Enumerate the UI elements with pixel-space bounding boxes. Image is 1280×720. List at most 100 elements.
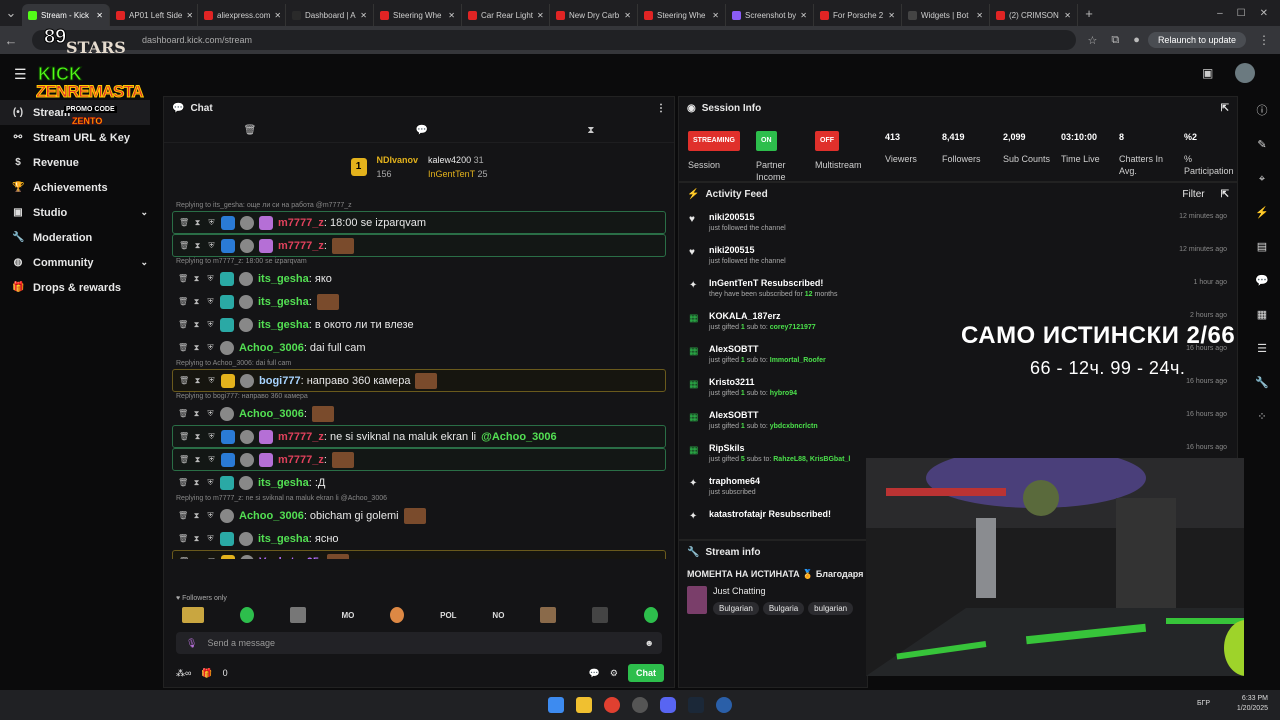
activity-item[interactable]: ♥ niki200515 just followed the channel 12 m… bbox=[679, 242, 1237, 275]
category-name[interactable]: Just Chatting bbox=[713, 586, 857, 596]
sidebar-item-moderation[interactable]: 🔧 Moderation bbox=[0, 225, 160, 250]
profile-icon[interactable]: ● bbox=[1133, 34, 1140, 46]
apps-icon[interactable]: ⁘ bbox=[1244, 400, 1280, 434]
chat-message[interactable]: 🗑 ⧗ ⛨ Achoo_3006: bbox=[164, 402, 674, 425]
bookmark-star-icon[interactable]: ☆ bbox=[1088, 34, 1098, 47]
clipboard-icon[interactable]: ▤ bbox=[1244, 230, 1280, 264]
timeout-icon[interactable]: ⧗ bbox=[192, 409, 201, 419]
browser-tab[interactable]: New Dry Carb ✕ bbox=[550, 4, 638, 26]
list-icon[interactable]: ☰ bbox=[1244, 332, 1280, 366]
browser-tab[interactable]: Car Rear Light ✕ bbox=[462, 4, 550, 26]
close-tab-icon[interactable]: ✕ bbox=[1064, 11, 1071, 20]
chat-message[interactable]: 🗑 ⧗ ⛨ m7777_z: bbox=[172, 448, 666, 471]
steam-icon[interactable] bbox=[688, 697, 704, 713]
hourglass-icon[interactable]: ⧗ bbox=[587, 125, 594, 136]
gifter-1-name[interactable]: NDIvanov bbox=[377, 153, 419, 167]
multistream-off-badge[interactable]: OFF bbox=[815, 131, 839, 151]
ban-icon[interactable]: ⛨ bbox=[207, 376, 216, 386]
hamburger-menu-icon[interactable]: ☰ bbox=[14, 66, 27, 83]
delete-message-icon[interactable]: 🗑 bbox=[178, 343, 188, 352]
chevron-down-icon[interactable]: ⌄ bbox=[140, 207, 148, 218]
close-tab-icon[interactable]: ✕ bbox=[712, 11, 719, 20]
gifter-2-name[interactable]: kalew4200 bbox=[428, 155, 471, 165]
ban-icon[interactable]: ⛨ bbox=[206, 478, 215, 488]
sidebar-item-achievements[interactable]: 🏆 Achievements bbox=[0, 175, 160, 200]
ban-icon[interactable]: ⛨ bbox=[207, 432, 216, 442]
close-tab-icon[interactable]: ✕ bbox=[274, 11, 281, 20]
language-indicator[interactable]: БГР bbox=[1197, 700, 1210, 707]
ban-icon[interactable]: ⛨ bbox=[206, 511, 215, 521]
close-tab-icon[interactable]: ✕ bbox=[537, 11, 544, 20]
chat-message[interactable]: 🗑 ⧗ ⛨ its_gesha: bbox=[164, 290, 674, 313]
chat-message[interactable]: 🗑 ⧗ ⛨ Achoo_3006: dai full cam bbox=[164, 336, 674, 359]
chat-username[interactable]: its_gesha bbox=[258, 273, 309, 285]
browser-tab[interactable]: Widgets | Bot ✕ bbox=[902, 4, 990, 26]
chat-username[interactable]: m7777_z bbox=[278, 454, 324, 466]
browser-tab[interactable]: Steering Whe ✕ bbox=[374, 4, 462, 26]
delete-message-icon[interactable]: 🗑 bbox=[178, 511, 188, 520]
timeout-icon[interactable]: ⧗ bbox=[192, 343, 201, 353]
browser-tab[interactable]: AP01 Left Side ✕ bbox=[110, 4, 198, 26]
ban-icon[interactable]: ⛨ bbox=[207, 241, 216, 251]
chat-mode-icon[interactable]: 💬 bbox=[416, 125, 428, 136]
edit-icon[interactable]: ✎ bbox=[1244, 128, 1280, 162]
chat-username[interactable]: its_gesha bbox=[258, 319, 309, 331]
timeout-icon[interactable]: ⧗ bbox=[193, 376, 202, 386]
browser-tab[interactable]: (2) CRIMSON ✕ bbox=[990, 4, 1078, 26]
emote-text-no[interactable]: NO bbox=[492, 611, 504, 620]
new-tab-button[interactable]: + bbox=[1078, 6, 1100, 21]
chevron-down-icon[interactable]: ⌄ bbox=[140, 257, 148, 268]
chat-message[interactable]: 🗑 ⧗ ⛨ Achoo_3006: obicham gi golemi bbox=[164, 504, 674, 527]
chat-username[interactable]: Vankata_05 bbox=[259, 556, 319, 560]
chat-username[interactable]: Achoo_3006 bbox=[239, 510, 304, 522]
discord-icon[interactable] bbox=[660, 697, 676, 713]
timeout-icon[interactable]: ⧗ bbox=[192, 297, 201, 307]
close-tab-icon[interactable]: ✕ bbox=[448, 11, 455, 20]
url-field[interactable]: dashboard.kick.com/stream bbox=[32, 30, 1076, 50]
emoji-picker-icon[interactable]: ☻ bbox=[645, 638, 654, 648]
close-tab-icon[interactable]: ✕ bbox=[96, 11, 103, 20]
delete-message-icon[interactable]: 🗑 bbox=[179, 241, 189, 250]
delete-message-icon[interactable]: 🗑 bbox=[179, 218, 189, 227]
chat-message[interactable]: 🗑 ⧗ ⛨ Vankata_05: bbox=[172, 550, 666, 559]
layout-icon[interactable]: ▦ bbox=[1244, 298, 1280, 332]
delete-message-icon[interactable]: 🗑 bbox=[179, 455, 189, 464]
chat-message[interactable]: 🗑 ⧗ ⛨ bogi777: направо 360 камера bbox=[172, 369, 666, 392]
maximize-icon[interactable]: ☐ bbox=[1237, 8, 1246, 19]
browser-tab[interactable]: Screenshot by ✕ bbox=[726, 4, 814, 26]
ban-icon[interactable]: ⛨ bbox=[206, 274, 215, 284]
timeout-icon[interactable]: ⧗ bbox=[193, 557, 202, 560]
timeout-icon[interactable]: ⧗ bbox=[192, 534, 201, 544]
ban-icon[interactable]: ⛨ bbox=[206, 534, 215, 544]
filter-button[interactable]: Filter bbox=[1182, 189, 1204, 200]
close-window-icon[interactable]: ✕ bbox=[1260, 8, 1268, 19]
extensions-icon[interactable]: ⧉ bbox=[1111, 34, 1119, 47]
emote-icon[interactable] bbox=[592, 607, 609, 623]
microphone-icon[interactable]: 🎙 bbox=[186, 638, 197, 649]
chat-username[interactable]: its_gesha bbox=[258, 533, 309, 545]
ban-icon[interactable]: ⛨ bbox=[206, 320, 215, 330]
trash-icon[interactable]: 🗑 bbox=[244, 125, 257, 136]
partner-on-badge[interactable]: ON bbox=[756, 131, 777, 151]
chat-icon[interactable]: 💬 bbox=[1244, 264, 1280, 298]
chat-username[interactable]: m7777_z bbox=[278, 431, 324, 443]
delete-message-icon[interactable]: 🗑 bbox=[178, 409, 188, 418]
chat-username[interactable]: its_gesha bbox=[258, 296, 309, 308]
emote-icon[interactable] bbox=[181, 607, 204, 623]
emote-icon[interactable] bbox=[239, 607, 254, 623]
chat-username[interactable]: Achoo_3006 bbox=[239, 408, 304, 420]
ban-icon[interactable]: ⛨ bbox=[207, 557, 216, 560]
ban-icon[interactable]: ⛨ bbox=[206, 297, 215, 307]
delete-message-icon[interactable]: 🗑 bbox=[178, 297, 188, 306]
sidebar-item-community[interactable]: ◍ Community ⌄ bbox=[0, 250, 160, 275]
emote-icon[interactable] bbox=[540, 607, 557, 623]
close-tab-icon[interactable]: ✕ bbox=[186, 11, 193, 20]
activity-item[interactable]: ▦ AlexSOBTT just gifted 1 sub to: ybdcxbnc… bbox=[679, 407, 1237, 440]
chat-message[interactable]: 🗑 ⧗ ⛨ m7777_z: ne si sviknal na maluk ekran… bbox=[172, 425, 666, 448]
timeout-icon[interactable]: ⧗ bbox=[193, 455, 202, 465]
chat-username[interactable]: m7777_z bbox=[278, 240, 324, 252]
timeout-icon[interactable]: ⧗ bbox=[192, 274, 201, 284]
chat-message[interactable]: 🗑 ⧗ ⛨ its_gesha: яко bbox=[164, 267, 674, 290]
emote-text-pol[interactable]: POL bbox=[440, 611, 456, 620]
sidebar-item-drops-rewards[interactable]: 🎁 Drops & rewards bbox=[0, 275, 160, 300]
